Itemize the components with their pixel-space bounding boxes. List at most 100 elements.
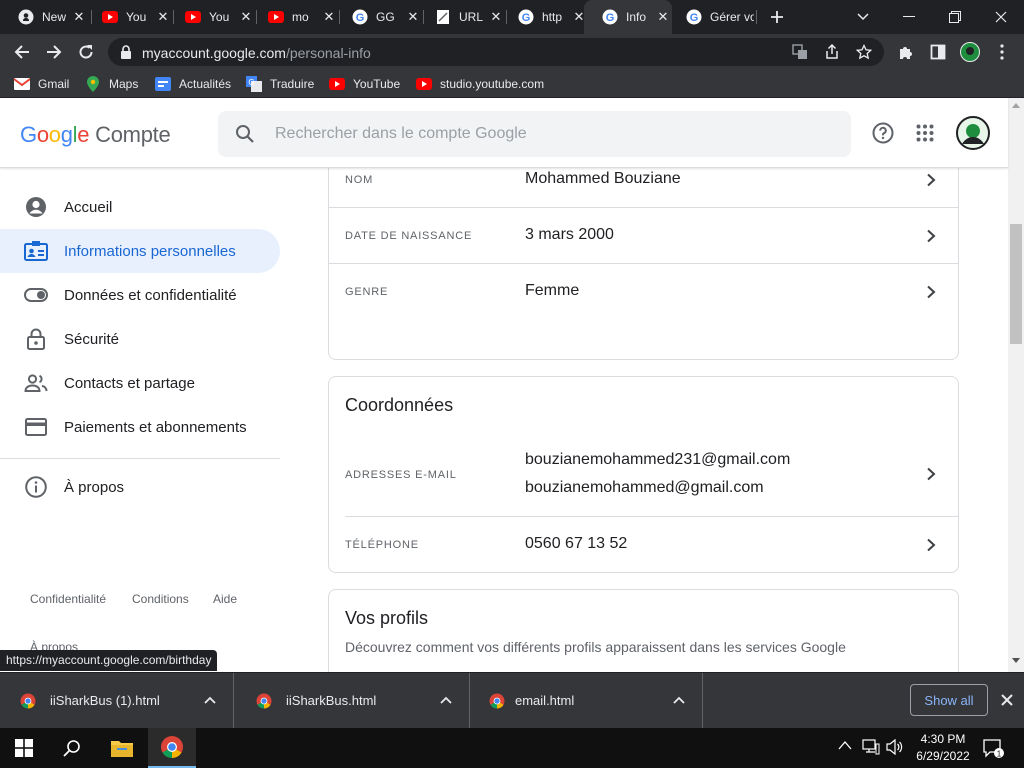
youtube-icon	[416, 76, 432, 92]
side-panel-icon[interactable]	[926, 40, 950, 64]
download-item[interactable]: email.html	[469, 673, 703, 729]
gmail-icon	[14, 76, 30, 92]
help-icon[interactable]	[870, 120, 896, 146]
notifications-icon[interactable]: 1	[982, 738, 1004, 758]
chrome-taskbar-icon[interactable]	[148, 728, 196, 768]
search-icon	[235, 124, 255, 144]
row-adresses-email[interactable]: Adresses e-mail bouzianemohammed231@gmai…	[329, 437, 958, 517]
search-input[interactable]	[275, 123, 835, 145]
chevron-up-icon[interactable]	[672, 693, 686, 707]
clock-time: 4:30 PM	[920, 732, 966, 746]
footer-link-conditions[interactable]: Conditions	[132, 592, 189, 606]
chevron-up-icon[interactable]	[203, 693, 217, 707]
chevron-right-icon	[924, 538, 938, 552]
account-circle-icon	[24, 195, 48, 219]
chevron-up-icon[interactable]	[439, 693, 453, 707]
tab-7[interactable]: G http ✕	[500, 0, 588, 34]
footer-link-aide[interactable]: Aide	[213, 592, 237, 606]
restore-button[interactable]	[932, 0, 978, 34]
sidebar-item-contacts-partage[interactable]: Contacts et partage	[0, 361, 280, 405]
news-icon	[155, 76, 171, 92]
tab-title: http	[542, 10, 563, 24]
brand-letter: g	[60, 122, 73, 147]
download-item[interactable]: iiSharkBus.html	[236, 673, 470, 729]
sidebar-item-securite[interactable]: Sécurité	[0, 317, 280, 361]
download-filename: iiSharkBus.html	[286, 693, 377, 708]
bookmark-traduire[interactable]: G Traduire	[246, 75, 314, 93]
translate-page-icon[interactable]	[792, 44, 808, 60]
minimize-button[interactable]	[886, 0, 932, 34]
tab-8-active[interactable]: G Info ✕	[584, 0, 672, 34]
sidebar-item-informations-personnelles[interactable]: Informations personnelles	[0, 229, 280, 273]
extensions-puzzle-icon[interactable]	[894, 40, 918, 64]
system-clock[interactable]: 4:30 PM 6/29/2022	[910, 731, 976, 765]
bookmark-star-icon[interactable]	[856, 44, 872, 60]
sidebar-item-donnees-confidentialite[interactable]: Données et confidentialité	[0, 273, 280, 317]
row-genre[interactable]: Genre Femme	[329, 263, 958, 319]
file-explorer-icon[interactable]	[98, 728, 146, 768]
tab-title: New	[42, 10, 66, 24]
download-item[interactable]: iiSharkBus (1).html	[0, 673, 234, 729]
address-bar[interactable]: myaccount.google.com/personal-info	[108, 38, 884, 66]
bookmarks-bar: Gmail Maps Actualités G Traduire YouTube…	[0, 70, 1024, 98]
bookmark-gmail[interactable]: Gmail	[14, 75, 69, 93]
bookmark-maps[interactable]: Maps	[85, 75, 138, 93]
google-account-logo[interactable]: Google Compte	[20, 122, 171, 148]
new-tab-button[interactable]	[754, 0, 800, 34]
row-telephone[interactable]: Téléphone 0560 67 13 52	[329, 517, 958, 573]
show-all-downloads-button[interactable]: Show all	[910, 684, 988, 716]
tab-strip: New ✕ You ✕ You ✕ mo ✕ G GG ✕ URL ✕ G ht…	[0, 0, 1024, 34]
lock-icon[interactable]	[120, 45, 132, 59]
forward-arrow-icon[interactable]	[42, 40, 66, 64]
scroll-up-arrow-icon[interactable]	[1012, 102, 1020, 110]
close-downloads-icon[interactable]	[998, 691, 1016, 709]
chrome-menu-icon[interactable]	[990, 40, 1014, 64]
app-header: Google Compte	[0, 98, 1008, 168]
search-icon[interactable]	[48, 728, 96, 768]
scrollbar-thumb[interactable]	[1010, 224, 1022, 344]
bookmark-studio-youtube[interactable]: studio.youtube.com	[416, 75, 544, 93]
download-filename: email.html	[515, 693, 575, 708]
tab-5[interactable]: G GG ✕	[334, 0, 422, 34]
page-icon	[435, 9, 451, 25]
credit-card-icon	[24, 415, 48, 439]
tab-search-chevron-icon[interactable]	[840, 0, 886, 34]
close-window-button[interactable]	[978, 0, 1024, 34]
lock-icon	[24, 327, 48, 351]
apps-grid-icon[interactable]	[912, 120, 938, 146]
page-scrollbar[interactable]	[1008, 98, 1024, 672]
bookmark-actualites[interactable]: Actualités	[155, 75, 231, 93]
bookmark-youtube[interactable]: YouTube	[329, 75, 400, 93]
github-icon	[18, 9, 34, 25]
network-icon[interactable]	[862, 739, 880, 755]
tab-9[interactable]: G Gérer vo	[668, 0, 754, 34]
tab-title: Info	[626, 10, 647, 24]
account-avatar[interactable]	[956, 116, 990, 150]
id-card-icon	[24, 239, 48, 263]
account-search-box[interactable]	[218, 111, 851, 157]
people-icon	[24, 371, 48, 395]
footer-link-confidentialite[interactable]: Confidentialité	[30, 592, 106, 606]
tab-3[interactable]: You ✕	[167, 0, 255, 34]
row-value: Femme	[525, 282, 580, 299]
sidebar-item-label: À propos	[64, 478, 125, 496]
volume-icon[interactable]	[886, 739, 904, 755]
show-hidden-icons-chevron-icon[interactable]	[838, 740, 852, 750]
url-path: /personal-info	[285, 45, 371, 61]
sidebar-item-paiements-abonnements[interactable]: Paiements et abonnements	[0, 405, 280, 449]
sidebar-item-accueil[interactable]: Accueil	[0, 185, 280, 229]
reload-icon[interactable]	[74, 40, 98, 64]
share-icon[interactable]	[824, 44, 840, 60]
tab-2[interactable]: You ✕	[84, 0, 172, 34]
row-date-naissance[interactable]: Date de naissance 3 mars 2000	[329, 207, 958, 263]
tab-1[interactable]: New ✕	[0, 0, 90, 34]
profile-avatar-icon[interactable]	[958, 40, 982, 64]
sidebar-item-a-propos[interactable]: À propos	[0, 465, 280, 509]
tab-6[interactable]: URL ✕	[417, 0, 505, 34]
back-arrow-icon[interactable]	[10, 40, 34, 64]
svg-text:G: G	[356, 12, 365, 24]
tab-4[interactable]: mo ✕	[250, 0, 338, 34]
windows-start-icon[interactable]	[0, 728, 48, 768]
youtube-icon	[268, 9, 284, 25]
scroll-down-arrow-icon[interactable]	[1012, 658, 1020, 666]
